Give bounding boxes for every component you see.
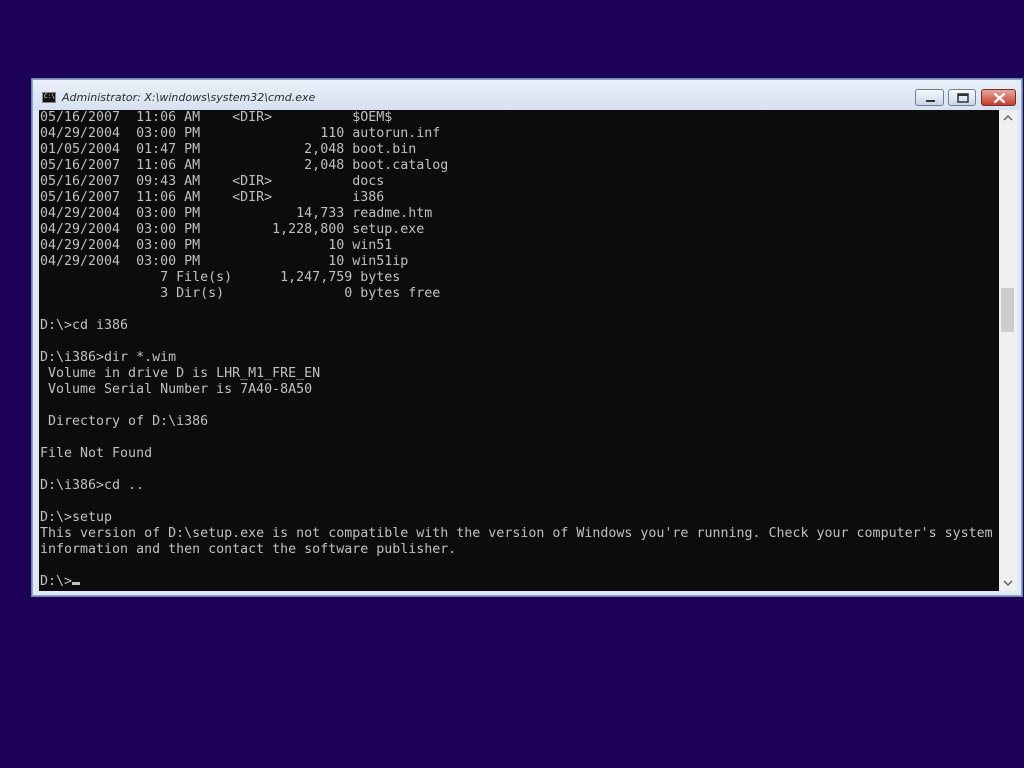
console-line: Directory of D:\i386 [40,414,209,429]
console-line: 7 File(s) 1,247,759 bytes [40,270,401,285]
console-output[interactable]: 05/16/2007 11:06 AM <DIR> $OEM$ 04/29/200… [39,110,999,591]
console-line: 04/29/2004 03:00 PM 10 win51ip [40,254,409,269]
cmd-window: C:\ Administrator: X:\windows\system32\c… [32,79,1022,596]
minimize-button[interactable] [915,89,944,106]
console-icon[interactable]: C:\ [42,92,56,103]
console-line: 3 Dir(s) 0 bytes free [40,286,441,301]
console-line: 05/16/2007 11:06 AM 2,048 boot.catalog [40,158,449,173]
close-icon [993,92,1006,104]
maximize-icon [957,93,969,103]
console-line: This version of D:\setup.exe is not comp… [40,526,993,541]
maximize-button[interactable] [948,89,976,106]
console-line: 04/29/2004 03:00 PM 14,733 readme.htm [40,206,433,221]
window-title: Administrator: X:\windows\system32\cmd.e… [62,91,316,104]
console-line: 05/16/2007 11:06 AM <DIR> i386 [40,190,385,205]
console-line: 04/29/2004 03:00 PM 1,228,800 setup.exe [40,222,425,237]
console-line: D:\i386>cd .. [40,478,145,493]
text-cursor [72,582,81,585]
console-line: 05/16/2007 09:43 AM <DIR> docs [40,174,385,189]
console-line: File Not Found [40,446,153,461]
console-line: D:\>cd i386 [40,318,129,333]
console-line: 04/29/2004 03:00 PM 110 autorun.inf [40,126,441,141]
command-prompt: D:\> [40,574,73,589]
console-line: 01/05/2004 01:47 PM 2,048 boot.bin [40,142,417,157]
close-button[interactable] [981,89,1016,106]
vertical-scrollbar[interactable] [999,110,1017,591]
console-line: D:\>setup [40,510,113,525]
console-text: 05/16/2007 11:06 AM <DIR> $OEM$ 04/29/200… [40,110,993,590]
chevron-up-icon [1003,114,1013,121]
console-prompt-line: D:\> [40,574,993,590]
minimize-icon [926,100,935,102]
console-line: Volume in drive D is LHR_M1_FRE_EN [40,366,321,381]
console-line: information and then contact the softwar… [40,542,457,557]
console-line: D:\i386>dir *.wim [40,350,177,365]
console-line: 04/29/2004 03:00 PM 10 win51 [40,238,393,253]
scroll-up-button[interactable] [999,110,1017,127]
scroll-down-button[interactable] [999,574,1017,591]
console-line: 05/16/2007 11:06 AM <DIR> $OEM$ [40,110,393,125]
console-line: Volume Serial Number is 7A40-8A50 [40,382,313,397]
scroll-thumb[interactable] [1001,288,1014,332]
title-bar[interactable]: C:\ Administrator: X:\windows\system32\c… [33,80,1021,110]
chevron-down-icon [1003,580,1013,587]
